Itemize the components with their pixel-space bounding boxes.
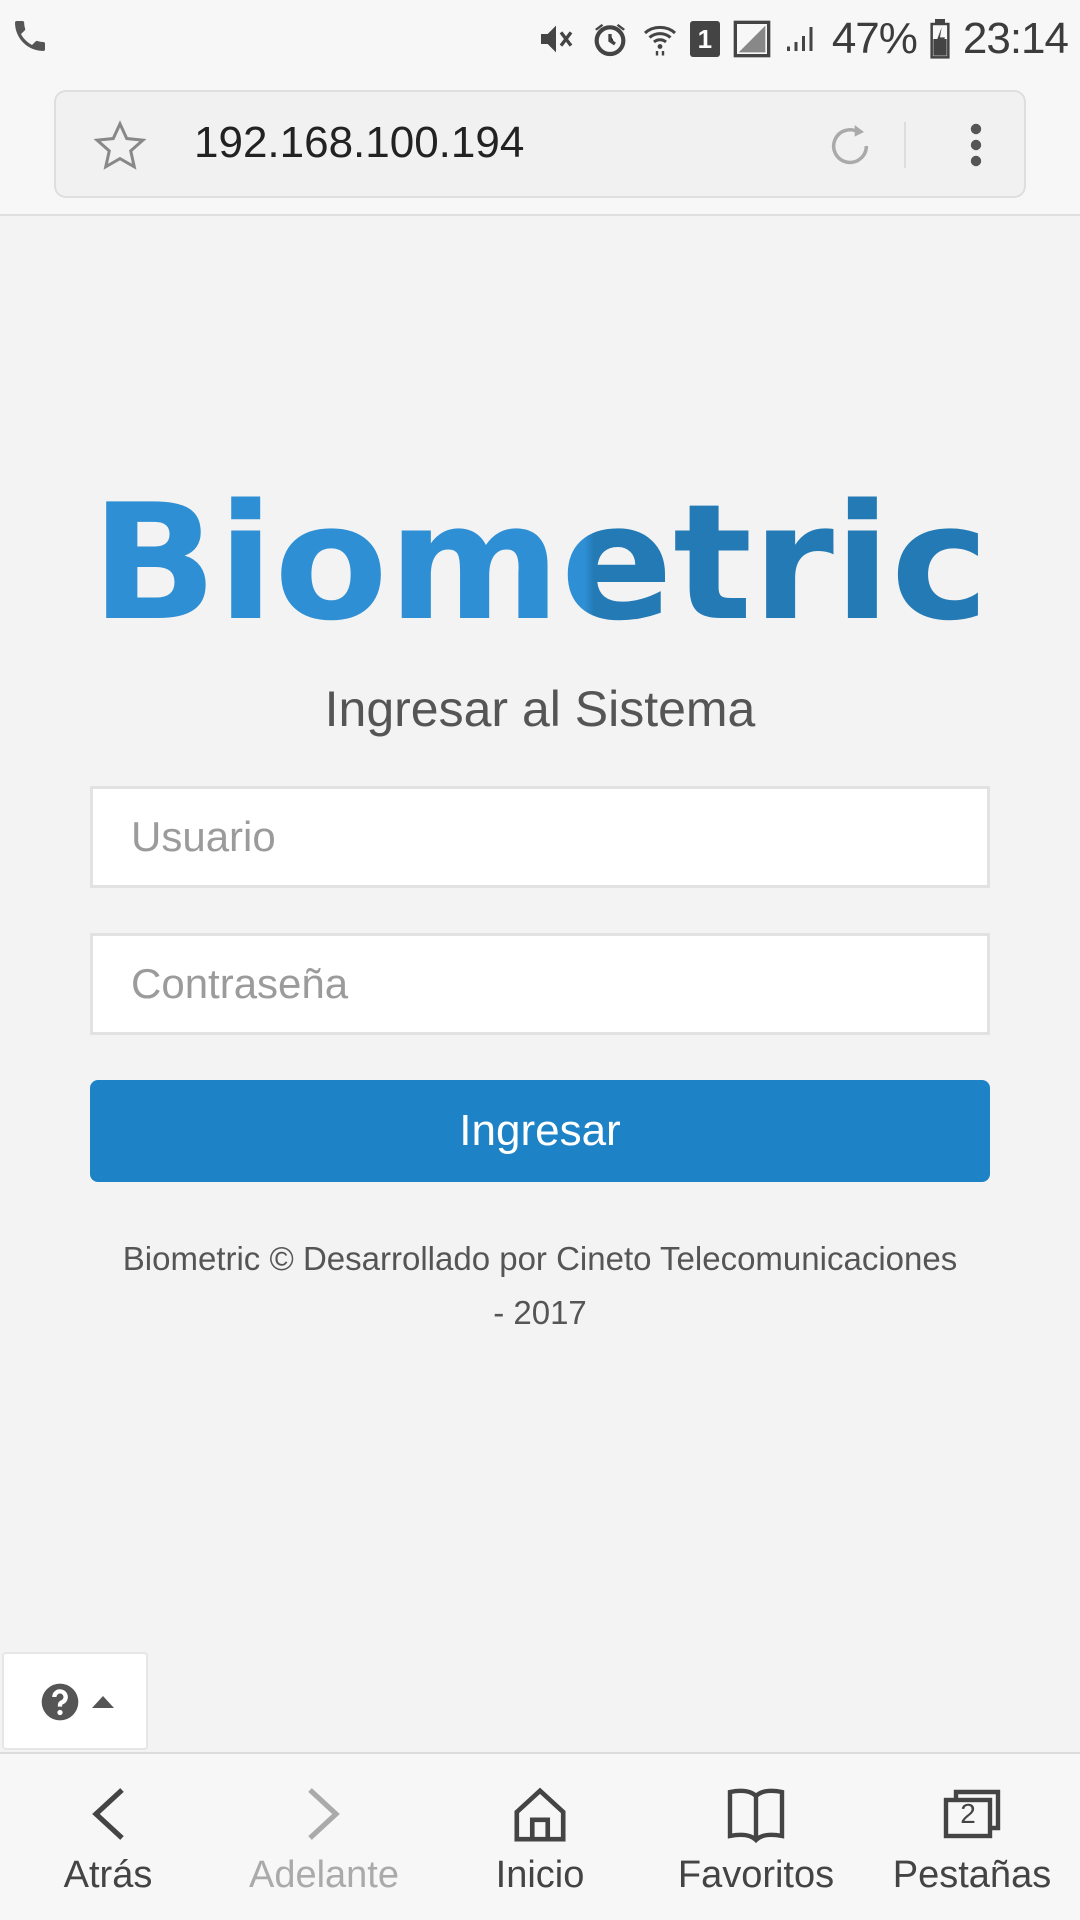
reload-icon[interactable] <box>822 118 878 179</box>
nav-home[interactable]: Inicio <box>432 1754 648 1920</box>
logo-text: Biometric <box>91 490 989 630</box>
nav-forward-label: Adelante <box>248 1854 399 1896</box>
browser-toolbar: 192.168.100.194 <box>0 78 1080 216</box>
sim-badge: 1 <box>697 24 713 54</box>
status-bar: 1 47% 23:14 <box>0 0 1080 78</box>
tabs-icon[interactable]: 2 <box>940 1784 1004 1844</box>
phone-icon <box>10 16 50 61</box>
nav-back[interactable]: Atrás <box>0 1754 216 1920</box>
bookmarks-icon[interactable] <box>724 1784 788 1849</box>
address-bar[interactable]: 192.168.100.194 <box>54 90 1026 198</box>
nav-bookmarks[interactable]: Favoritos <box>648 1754 864 1920</box>
sim-icon: 1 <box>689 21 720 57</box>
battery-percent: 47% <box>831 14 918 63</box>
nav-home-label: Inicio <box>495 1854 585 1896</box>
mute-icon <box>534 19 578 59</box>
home-icon[interactable] <box>511 1784 569 1849</box>
nav-bookmarks-label: Favoritos <box>677 1854 835 1896</box>
clock: 23:14 <box>962 14 1069 63</box>
url-text[interactable]: 192.168.100.194 <box>194 118 524 168</box>
biometric-logo: Biometric <box>91 490 989 630</box>
username-input[interactable] <box>90 786 990 888</box>
login-button[interactable]: Ingresar <box>90 1080 990 1182</box>
wifi-icon <box>642 19 678 59</box>
caret-up-icon[interactable] <box>90 1694 116 1715</box>
page-title: Ingresar al Sistema <box>324 681 756 737</box>
bottom-nav: Atrás Adelante Inicio Favoritos 2 Pestañ… <box>0 1752 1080 1920</box>
password-input[interactable] <box>90 933 990 1035</box>
footer: Biometric © Desarrollado por Cineto Tele… <box>90 1232 990 1340</box>
nav-tabs-label: Pestañas <box>892 1854 1052 1896</box>
forward-icon[interactable] <box>302 1784 346 1849</box>
help-widget[interactable] <box>2 1652 148 1750</box>
nav-tabs[interactable]: 2 Pestañas <box>864 1754 1080 1920</box>
help-icon[interactable] <box>40 1682 80 1727</box>
alarm-icon <box>590 19 630 59</box>
footer-line1: Biometric © Desarrollado por Cineto Tele… <box>122 1240 958 1277</box>
signal-empty-icon <box>732 19 772 59</box>
signal-icon <box>784 19 820 59</box>
star-icon[interactable] <box>92 118 148 179</box>
nav-back-label: Atrás <box>63 1854 153 1896</box>
footer-line2: - 2017 <box>493 1294 587 1331</box>
nav-forward[interactable]: Adelante <box>216 1754 432 1920</box>
back-icon[interactable] <box>86 1784 130 1849</box>
battery-icon <box>929 19 951 59</box>
toolbar-divider <box>904 122 906 168</box>
menu-icon[interactable] <box>968 120 984 175</box>
tab-count: 2 <box>960 1798 976 1829</box>
